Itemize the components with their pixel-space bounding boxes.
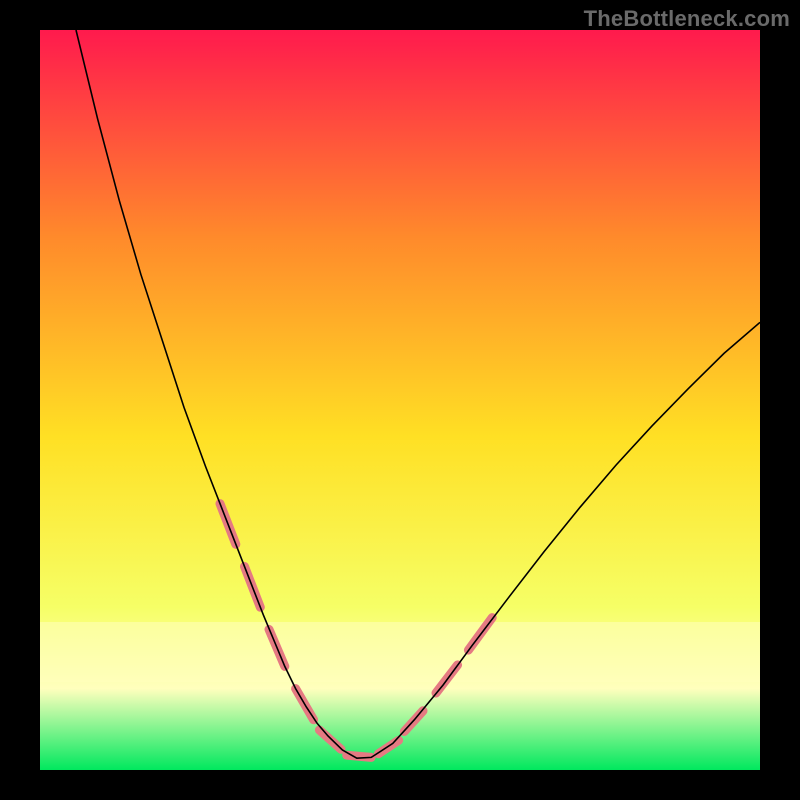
chart-frame: TheBottleneck.com [0, 0, 800, 800]
plot-area [40, 30, 760, 770]
watermark-text: TheBottleneck.com [584, 6, 790, 32]
chart-svg [40, 30, 760, 770]
pale-band [40, 622, 760, 682]
